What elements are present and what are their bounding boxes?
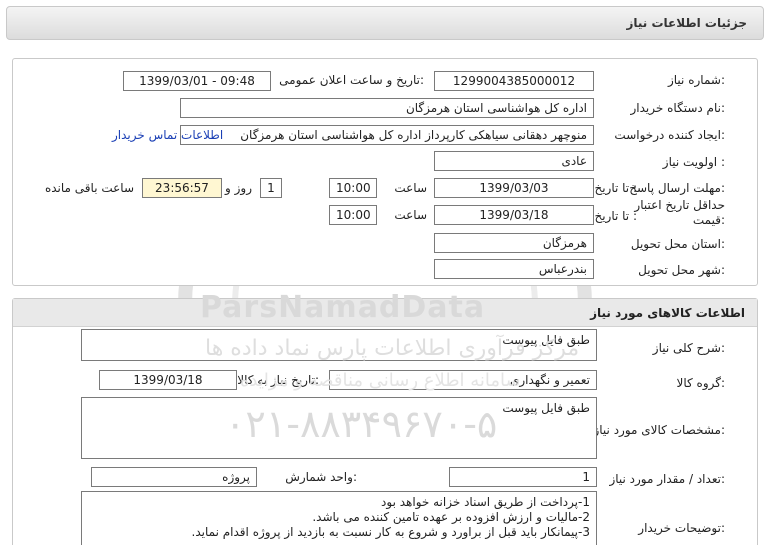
need-number-field: 1299004385000012 (434, 71, 594, 91)
notes-label: توضیحات خریدار: (638, 521, 725, 535)
days-field: 1 (260, 178, 282, 198)
buyer-org-field: اداره کل هواشناسی استان هرمزگان (180, 98, 594, 118)
notes-line: 1-پرداخت از طریق اسناد خزانه خواهد بود (381, 495, 590, 509)
goods-section-header: اطلاعات کالاهای مورد نیاز (13, 299, 757, 327)
validity-time-label: ساعت (394, 208, 427, 222)
city-field: بندرعباس (434, 259, 594, 279)
unit-label: واحد شمارش: (285, 470, 357, 484)
deadline-time-field: 10:00 (329, 178, 377, 198)
days-label: روز و (225, 181, 252, 195)
deadline-label: مهلت ارسال پاسخ: (629, 181, 725, 195)
notes-field: 1-پرداخت از طریق اسناد خزانه خواهد بود 2… (81, 491, 597, 545)
validity-time-field: 10:00 (329, 205, 377, 225)
creator-field: منوچهر دهقانی سیاهکی کارپرداز اداره کل ه… (180, 125, 594, 145)
announce-field: 1399/03/01 - 09:48 (123, 71, 271, 91)
unit-field: پروژه (91, 467, 257, 487)
summary-field: طبق فایل پیوست (81, 329, 597, 361)
validity-until-label: تا تاریخ : (594, 209, 637, 223)
priority-label: اولویت نیاز : (662, 155, 725, 169)
deadline-date-field: 1399/03/03 (434, 178, 594, 198)
priority-field: عادی (434, 151, 594, 171)
remaining-time-field: 23:56:57 (142, 178, 222, 198)
goods-panel: اطلاعات کالاهای مورد نیاز شرح کلی نیاز: … (12, 298, 758, 545)
creator-label: ایجاد کننده درخواست: (614, 128, 725, 142)
group-field: تعمیر و نگهداری (329, 370, 597, 390)
need-number-label: شماره نیاز: (667, 73, 725, 87)
buyer-org-label: نام دستگاه خریدار: (630, 101, 726, 115)
validity-date-field: 1399/03/18 (434, 205, 594, 225)
qty-label: تعداد / مقدار مورد نیاز: (609, 472, 725, 486)
summary-label: شرح کلی نیاز: (652, 341, 725, 355)
need-date-label: تاریخ نیاز به کالا: (237, 373, 319, 387)
specs-label: مشخصات کالای مورد نیاز: (593, 423, 725, 437)
qty-field: 1 (449, 467, 597, 487)
city-label: شهر محل تحویل: (638, 263, 725, 277)
specs-field: طبق فایل پیوست (81, 397, 597, 459)
announce-label: تاریخ و ساعت اعلان عمومی: (279, 73, 424, 87)
need-date-field: 1399/03/18 (99, 370, 237, 390)
goods-section-title: اطلاعات کالاهای مورد نیاز (590, 306, 745, 320)
need-info-panel: شماره نیاز: 1299004385000012 تاریخ و ساع… (12, 58, 758, 286)
deadline-time-label: ساعت (394, 181, 427, 195)
page-title-bar: جزئیات اطلاعات نیاز (6, 6, 764, 40)
notes-line: 3-پیمانکار باید قبل از براورد و شروع به … (191, 525, 590, 539)
deadline-until-label: تا تاریخ : (594, 181, 637, 195)
contact-buyer-link[interactable]: اطلاعات تماس خریدار (112, 128, 223, 142)
province-label: استان محل تحویل: (630, 237, 725, 251)
province-field: هرمزگان (434, 233, 594, 253)
group-label: گروه کالا: (676, 376, 726, 390)
remaining-label: ساعت باقی مانده (44, 181, 134, 195)
page-title: جزئیات اطلاعات نیاز (626, 16, 747, 30)
notes-line: 2-مالیات و ارزش افزوده بر عهده تامین کنن… (312, 510, 590, 524)
